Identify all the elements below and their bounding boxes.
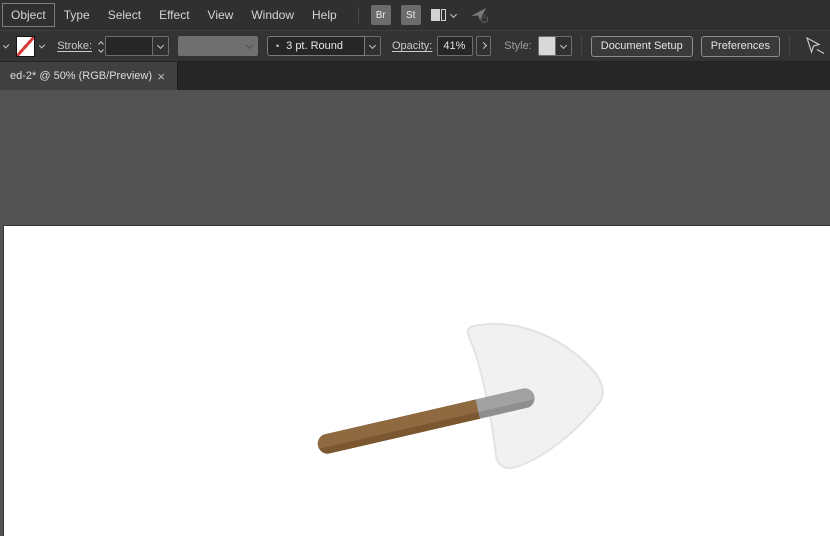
menu-bar: Object Type Select Effect View Window He… [0,0,830,30]
chevron-up-icon [98,41,104,47]
arrange-documents-button[interactable] [431,9,456,21]
brush-dot-icon: • [276,41,279,51]
document-setup-button[interactable]: Document Setup [591,36,693,57]
close-icon[interactable]: × [155,68,167,85]
opacity-input[interactable] [437,36,473,56]
stroke-weight-stepper[interactable] [99,40,103,52]
opacity-label[interactable]: Opacity: [392,40,432,52]
preferences-button[interactable]: Preferences [701,36,780,57]
style-thumbnail [538,36,556,56]
style-dropdown-button[interactable] [556,36,572,56]
menu-type[interactable]: Type [55,3,99,27]
menu-help[interactable]: Help [303,3,346,27]
document-tab[interactable]: ed-2* @ 50% (RGB/Preview) × [0,62,178,90]
bridge-button[interactable]: Br [371,5,391,25]
brush-definition-dropdown[interactable] [365,36,381,56]
chevron-down-icon [246,41,253,48]
artboard[interactable] [4,226,830,536]
chevron-down-icon [98,47,104,53]
document-tab-bar: ed-2* @ 50% (RGB/Preview) × [0,62,830,90]
menubar-divider [358,7,359,23]
arrange-documents-icon [431,9,446,21]
brush-definition-value: 3 pt. Round [286,40,343,52]
style-label: Style: [504,40,532,52]
brush-definition-combo: • 3 pt. Round [267,36,381,56]
chevron-down-icon [560,41,567,48]
selection-tool-icon[interactable] [804,37,826,55]
chevron-down-icon [450,10,457,17]
stock-button[interactable]: St [401,5,421,25]
shovel-artwork[interactable] [4,226,830,536]
stroke-label[interactable]: Stroke: [57,40,92,52]
brush-definition-field[interactable]: • 3 pt. Round [267,36,365,56]
share-icon[interactable] [470,7,488,23]
menu-select[interactable]: Select [99,3,150,27]
menu-effect[interactable]: Effect [150,3,198,27]
variable-width-profile-dropdown [178,36,258,56]
chevron-down-icon [369,41,376,48]
chevron-right-icon [480,41,487,48]
separator [789,35,790,57]
fill-none-swatch[interactable] [16,36,34,57]
canvas-pasteboard[interactable] [0,90,830,536]
shovel-blade[interactable] [468,324,603,468]
shovel-handle[interactable] [316,399,480,455]
chevron-down-icon [157,41,164,48]
menu-window[interactable]: Window [242,3,303,27]
swatch-chevron-icon[interactable] [39,42,46,49]
control-bar: Stroke: • 3 pt. Round Opacity: [0,30,830,62]
fill-options-chevron-icon[interactable] [3,42,10,49]
separator [581,35,582,57]
menu-object[interactable]: Object [2,3,55,27]
opacity-panel-button[interactable] [476,36,491,56]
style-dropdown[interactable] [538,36,572,56]
stroke-weight-field[interactable] [105,36,153,56]
tab-title: ed-2* @ 50% (RGB/Preview) [10,70,152,82]
menu-view[interactable]: View [199,3,243,27]
illustrator-window: Object Type Select Effect View Window He… [0,0,830,536]
stroke-weight-dropdown[interactable] [153,36,169,56]
stroke-weight-combo [105,36,169,56]
